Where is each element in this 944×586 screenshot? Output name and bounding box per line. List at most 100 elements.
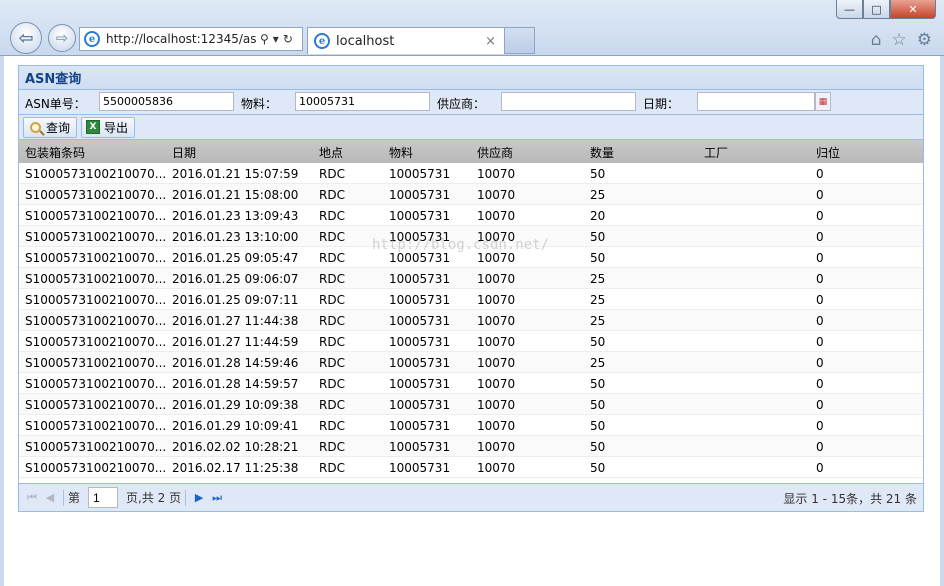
search-icon[interactable]: ⚲ xyxy=(260,32,269,46)
address-bar[interactable]: e http://localhost:12345/as ⚲ ▾ ↻ xyxy=(79,27,303,51)
table-row[interactable]: S1000573100210070... 2016.02.17 11:25:38 R… xyxy=(19,457,923,478)
date-input[interactable] xyxy=(697,92,815,111)
page-number-input[interactable] xyxy=(88,487,119,508)
table-row[interactable]: S1000573100210070... 2016.01.27 11:44:38 R… xyxy=(19,310,923,331)
url-text[interactable]: http://localhost:12345/as xyxy=(106,32,256,46)
cell-location: RDC xyxy=(319,188,345,202)
table-row[interactable]: S1000573100210070... 2016.01.29 10:09:38 R… xyxy=(19,394,923,415)
cell-return: 0 xyxy=(816,356,824,370)
cell-barcode: S1000573100210070... xyxy=(25,251,167,265)
cell-location: RDC xyxy=(319,419,345,433)
cell-barcode: S1000573100210070... xyxy=(25,209,167,223)
table-row[interactable]: S1000573100210070... 2016.02.02 10:28:21 R… xyxy=(19,436,923,457)
table-row[interactable]: S1000573100210070... 2016.01.25 09:06:07 R… xyxy=(19,268,923,289)
page-viewport: ASN查询 ASN单号： 物料： 供应商： 日期： ▦ 查询 X 导出 包装箱条… xyxy=(0,56,944,586)
cell-location: RDC xyxy=(319,356,345,370)
cell-barcode: S1000573100210070... xyxy=(25,356,167,370)
column-header-location[interactable]: 地点 xyxy=(319,144,343,161)
cell-location: RDC xyxy=(319,230,345,244)
cell-date: 2016.01.29 10:09:38 xyxy=(172,398,299,412)
calendar-icon[interactable]: ▦ xyxy=(815,92,831,111)
tab-favicon-icon: e xyxy=(314,33,330,49)
cell-date: 2016.01.28 14:59:57 xyxy=(172,377,299,391)
dropdown-icon[interactable]: ▾ xyxy=(273,32,279,46)
new-tab-button[interactable] xyxy=(505,27,535,54)
browser-tab[interactable]: e localhost × xyxy=(307,27,505,54)
minimize-button[interactable]: — xyxy=(836,0,863,19)
ie-logo-icon: e xyxy=(84,31,100,47)
forward-button[interactable]: ⇨ xyxy=(48,24,76,52)
cell-quantity: 25 xyxy=(590,272,606,286)
table-row[interactable]: S1000573100210070... 2016.01.28 14:59:57 R… xyxy=(19,373,923,394)
cell-location: RDC xyxy=(319,398,345,412)
cell-location: RDC xyxy=(319,335,345,349)
table-row[interactable]: S1000573100210070... 2016.01.25 09:07:11 R… xyxy=(19,289,923,310)
asn-query-panel: ASN查询 ASN单号： 物料： 供应商： 日期： ▦ 查询 X 导出 包装箱条… xyxy=(18,65,924,512)
back-button[interactable]: ⇦ xyxy=(10,22,42,54)
close-window-button[interactable]: ✕ xyxy=(890,0,936,19)
cell-material: 10005731 xyxy=(389,167,451,181)
cell-location: RDC xyxy=(319,314,345,328)
cell-material: 10005731 xyxy=(389,461,451,475)
column-header-material[interactable]: 物料 xyxy=(389,144,413,161)
cell-return: 0 xyxy=(816,167,824,181)
column-header-return[interactable]: 归位 xyxy=(816,144,840,161)
maximize-button[interactable]: □ xyxy=(863,0,890,19)
prev-page-icon[interactable]: ◀ xyxy=(41,489,59,507)
export-button[interactable]: X 导出 xyxy=(81,116,136,138)
supplier-input[interactable] xyxy=(501,92,636,111)
browser-tools: ⌂ ☆ ⚙ xyxy=(871,30,932,50)
last-page-icon[interactable]: ⏭ xyxy=(208,489,226,507)
table-row[interactable]: S1000573100210070... 2016.01.21 15:07:59 R… xyxy=(19,163,923,184)
forward-arrow-icon: ⇨ xyxy=(55,29,69,47)
asn-label: ASN单号： xyxy=(25,97,86,111)
table-row[interactable]: S1000573100210070... 2016.01.23 13:09:43 R… xyxy=(19,205,923,226)
home-icon[interactable]: ⌂ xyxy=(871,30,882,50)
cell-return: 0 xyxy=(816,230,824,244)
star-icon[interactable]: ☆ xyxy=(892,30,907,50)
cell-barcode: S1000573100210070... xyxy=(25,272,167,286)
table-row[interactable]: S1000573100210070... 2016.01.21 15:08:00 R… xyxy=(19,184,923,205)
table-row[interactable]: S1000573100210070... 2016.01.27 11:44:59 R… xyxy=(19,331,923,352)
cell-date: 2016.01.25 09:07:11 xyxy=(172,293,299,307)
cell-material: 10005731 xyxy=(389,398,451,412)
watermark: http://blog.csdn.net/ xyxy=(372,237,550,253)
table-row[interactable]: S1000573100210070... 2016.01.29 10:09:41 R… xyxy=(19,415,923,436)
cell-barcode: S1000573100210070... xyxy=(25,314,167,328)
cell-return: 0 xyxy=(816,209,824,223)
material-input[interactable] xyxy=(295,92,430,111)
column-header-barcode[interactable]: 包装箱条码 xyxy=(25,144,85,161)
cell-date: 2016.01.23 13:10:00 xyxy=(172,230,299,244)
cell-material: 10005731 xyxy=(389,251,451,265)
query-button[interactable]: 查询 xyxy=(23,116,78,138)
gear-icon[interactable]: ⚙ xyxy=(917,30,932,50)
cell-date: 2016.01.25 09:06:07 xyxy=(172,272,299,286)
cell-quantity: 50 xyxy=(590,419,606,433)
refresh-icon[interactable]: ↻ xyxy=(283,32,293,46)
cell-return: 0 xyxy=(816,335,824,349)
cell-supplier: 10070 xyxy=(477,314,516,328)
cell-location: RDC xyxy=(319,377,345,391)
cell-material: 10005731 xyxy=(389,314,451,328)
asn-number-input[interactable] xyxy=(99,92,234,111)
cell-barcode: S1000573100210070... xyxy=(25,440,167,454)
next-page-icon[interactable]: ▶ xyxy=(190,489,208,507)
cell-supplier: 10070 xyxy=(477,188,516,202)
first-page-icon[interactable]: ⏮ xyxy=(23,489,41,507)
column-header-quantity[interactable]: 数量 xyxy=(590,144,614,161)
cell-date: 2016.01.27 11:44:59 xyxy=(172,335,299,349)
column-header-supplier[interactable]: 供应商 xyxy=(477,144,513,161)
cell-barcode: S1000573100210070... xyxy=(25,335,167,349)
cell-return: 0 xyxy=(816,461,824,475)
table-row[interactable]: S1000573100210070... 2016.01.28 14:59:46 R… xyxy=(19,352,923,373)
column-header-factory[interactable]: 工厂 xyxy=(704,144,728,161)
cell-return: 0 xyxy=(816,440,824,454)
action-toolbar: 查询 X 导出 xyxy=(19,114,923,140)
grid-body: S1000573100210070... 2016.01.21 15:07:59 R… xyxy=(19,163,923,478)
cell-date: 2016.01.21 15:08:00 xyxy=(172,188,299,202)
column-header-date[interactable]: 日期 xyxy=(172,144,196,161)
tab-close-icon[interactable]: × xyxy=(485,34,496,49)
cell-location: RDC xyxy=(319,272,345,286)
cell-material: 10005731 xyxy=(389,188,451,202)
query-button-label: 查询 xyxy=(46,120,71,135)
